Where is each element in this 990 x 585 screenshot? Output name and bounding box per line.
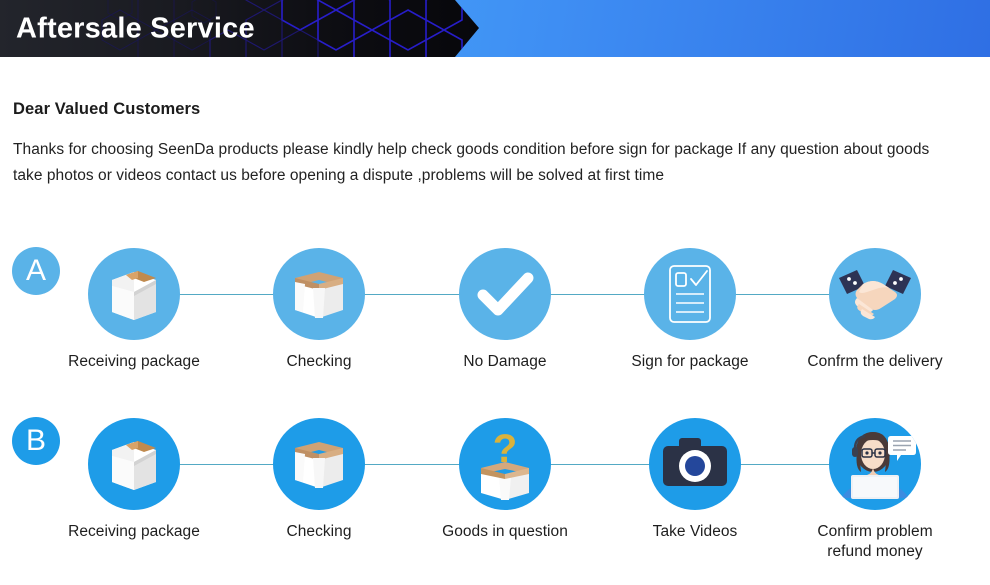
step-b-2-label: Checking <box>286 523 352 540</box>
step-a-2[interactable]: Checking <box>234 242 404 372</box>
step-b-4[interactable]: Take Videos <box>610 412 780 542</box>
step-a-2-label: Checking <box>286 353 352 370</box>
camera-icon <box>649 418 741 510</box>
checkmark-icon <box>459 248 551 340</box>
step-a-3[interactable]: No Damage <box>420 242 590 372</box>
step-a-5-label: Confrm the delivery <box>807 353 943 370</box>
open-box-icon <box>273 248 365 340</box>
step-a-3-label: No Damage <box>463 353 547 370</box>
page-title: Aftersale Service <box>16 12 255 44</box>
closed-box-icon <box>88 248 180 340</box>
intro-paragraph: Thanks for choosing SeenDa products plea… <box>13 141 930 184</box>
open-box-icon <box>273 418 365 510</box>
closed-box-icon <box>88 418 180 510</box>
step-b-3-label: Goods in question <box>442 523 568 540</box>
step-a-1[interactable]: Receiving package <box>49 242 219 372</box>
step-a-4[interactable]: Sign for package <box>605 242 775 372</box>
intro-block: Dear Valued Customers Thanks for choosin… <box>13 100 973 189</box>
step-b-2[interactable]: Checking <box>234 412 404 542</box>
flow-row-a: A Receiving package Checking No Damage S… <box>0 242 990 392</box>
step-b-5-label: Confirm problem refund money <box>817 523 933 560</box>
handshake-icon <box>829 248 921 340</box>
question-box-icon: ? <box>459 418 551 510</box>
support-agent-icon <box>829 418 921 510</box>
step-b-1-label: Receiving package <box>68 523 200 540</box>
step-b-4-label: Take Videos <box>652 523 738 540</box>
page-header: Aftersale Service <box>0 0 990 57</box>
step-a-1-label: Receiving package <box>68 353 200 370</box>
step-b-1[interactable]: Receiving package <box>49 412 219 542</box>
flow-row-b: B Receiving package Checking ? Goods in … <box>0 412 990 562</box>
step-a-5[interactable]: Confrm the delivery <box>790 242 960 372</box>
step-b-5[interactable]: Confirm problem refund money <box>790 412 960 562</box>
step-a-4-label: Sign for package <box>631 353 749 370</box>
step-b-3[interactable]: ? Goods in question <box>420 412 590 542</box>
salutation-text: Dear Valued Customers <box>13 100 201 118</box>
clipboard-signature-icon <box>644 248 736 340</box>
